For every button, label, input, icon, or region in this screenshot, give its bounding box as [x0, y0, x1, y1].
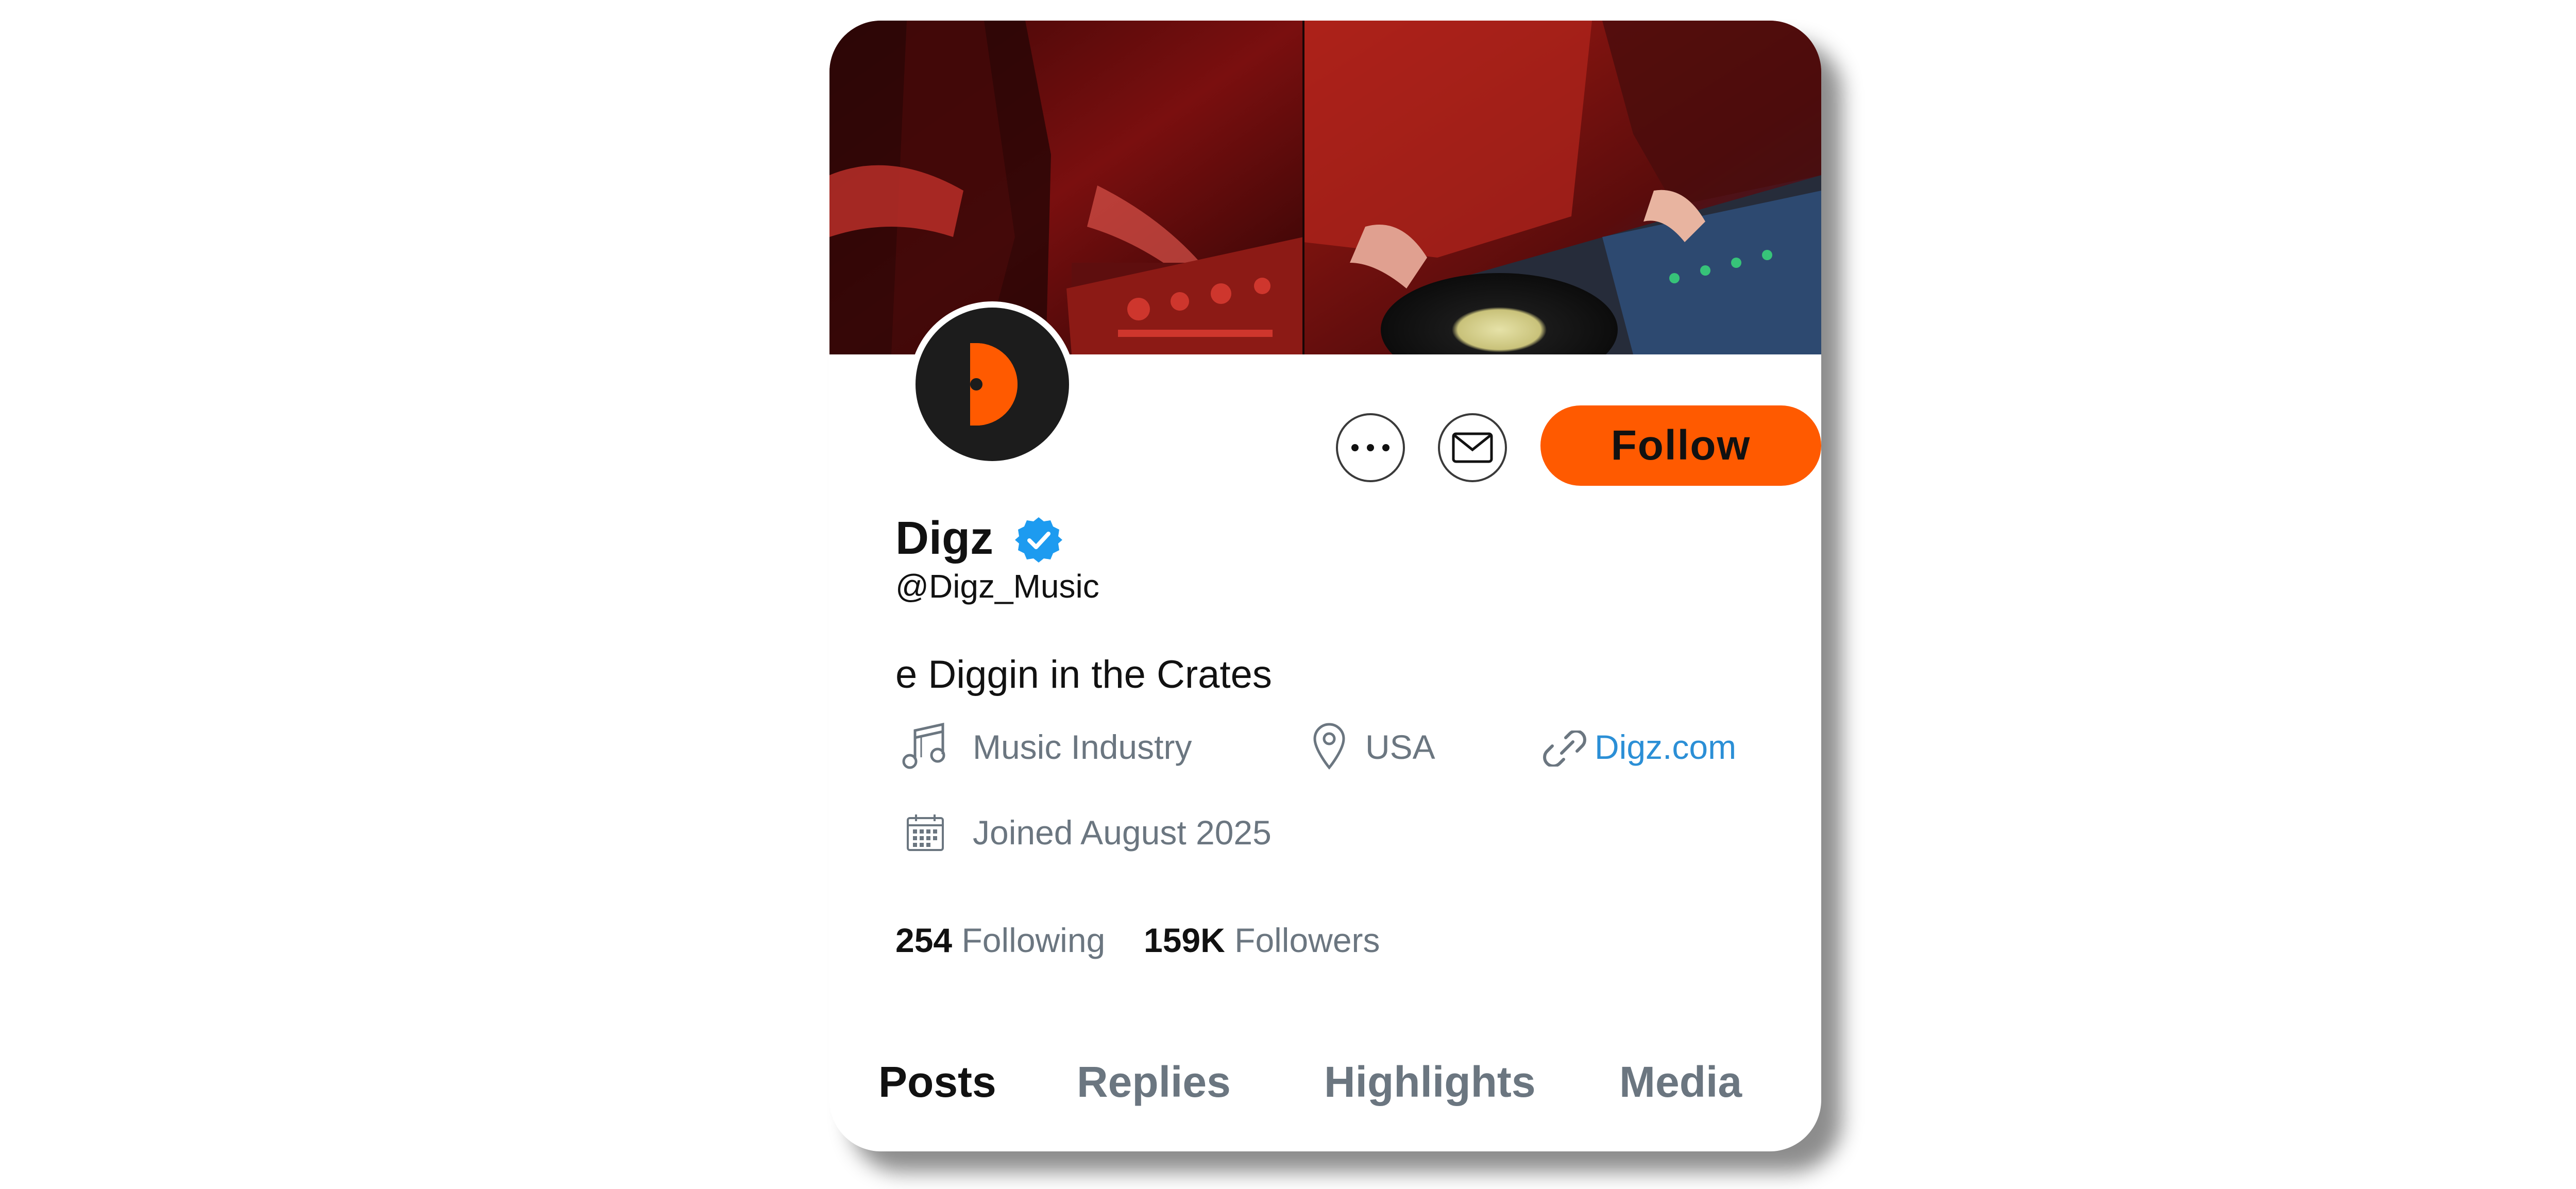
message-button[interactable] [1438, 413, 1507, 482]
followers-label: Followers [1234, 921, 1380, 959]
profile-website-link[interactable]: Digz.com [1595, 726, 1736, 768]
tab-replies[interactable]: Replies [1077, 1056, 1231, 1108]
vinyl-logo-icon [916, 308, 1069, 461]
profile-card: Follow Digz @Digz_Music e Diggin in the … [829, 21, 1821, 1151]
profile-join-date: Joined August 2025 [973, 813, 1272, 852]
profile-location: USA [1365, 728, 1435, 766]
tab-media[interactable]: Media [1619, 1056, 1742, 1108]
profile-category: Music Industry [973, 728, 1192, 766]
tab-posts[interactable]: Posts [878, 1056, 996, 1108]
profile-avatar[interactable] [909, 301, 1075, 467]
profile-bio: e Diggin in the Crates [895, 653, 1272, 697]
link-icon [1543, 729, 1586, 769]
verified-badge-icon [1015, 516, 1062, 564]
following-label: Following [961, 921, 1106, 959]
more-horizontal-icon [1351, 444, 1389, 451]
more-options-button[interactable] [1336, 413, 1405, 482]
tab-highlights[interactable]: Highlights [1324, 1056, 1536, 1108]
followers-count: 159K [1144, 921, 1225, 959]
calendar-icon [906, 813, 945, 855]
following-stat[interactable]: 254 Following [895, 920, 1105, 961]
location-pin-icon [1313, 722, 1346, 772]
music-note-icon [902, 721, 947, 773]
profile-display-name: Digz [895, 513, 993, 564]
follow-button[interactable]: Follow [1540, 405, 1821, 486]
profile-handle: @Digz_Music [895, 568, 1099, 605]
following-count: 254 [895, 921, 953, 959]
followers-stat[interactable]: 159K Followers [1144, 920, 1380, 961]
envelope-icon [1452, 432, 1493, 463]
